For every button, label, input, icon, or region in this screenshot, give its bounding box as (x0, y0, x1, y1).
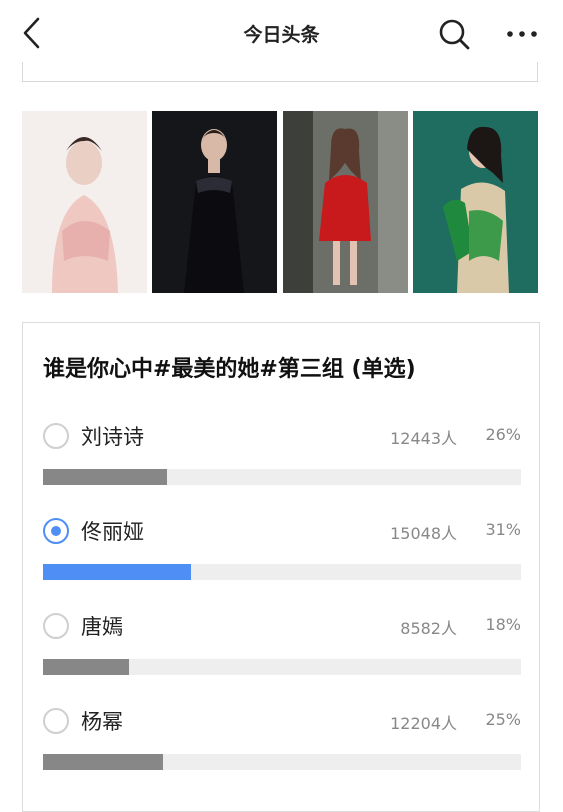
option-name: 佟丽娅 (81, 520, 144, 544)
progress-fill (43, 469, 168, 485)
search-button[interactable] (436, 16, 472, 52)
search-icon (439, 19, 470, 50)
poll-option-2[interactable]: 佟丽娅 15048人 31% (23, 518, 541, 608)
vote-percent: 25% (485, 710, 521, 729)
poll-card: 谁是你心中#最美的她#第三组 (单选) 刘诗诗 12443人 26% 佟丽娅 1… (22, 322, 540, 812)
poll-option-4[interactable]: 杨幂 12204人 25% (23, 708, 541, 798)
vote-percent: 18% (485, 615, 521, 634)
photo-2[interactable] (152, 111, 279, 293)
option-name: 杨幂 (81, 710, 123, 734)
photo-3[interactable] (282, 111, 410, 293)
more-horizontal-icon (507, 31, 537, 37)
option-name: 刘诗诗 (81, 425, 144, 449)
vote-count: 8582人 (400, 619, 457, 638)
radio-button-selected[interactable] (43, 518, 69, 544)
previous-card-edge (22, 62, 538, 82)
progress-track (43, 469, 521, 485)
option-name: 唐嫣 (81, 615, 123, 639)
radio-button[interactable] (43, 613, 69, 639)
progress-track (43, 754, 521, 770)
progress-fill (43, 754, 163, 770)
poll-option-1[interactable]: 刘诗诗 12443人 26% (23, 423, 541, 513)
radio-button[interactable] (43, 423, 69, 449)
more-button[interactable] (500, 16, 544, 52)
poll-option-3[interactable]: 唐嫣 8582人 18% (23, 613, 541, 703)
progress-track (43, 659, 521, 675)
page-title: 今日头条 (243, 24, 320, 46)
photo-strip (22, 111, 540, 293)
vote-percent: 26% (485, 425, 521, 444)
poll-title: 谁是你心中#最美的她#第三组 (单选) (43, 357, 416, 382)
progress-fill (43, 659, 130, 675)
vote-count: 12204人 (390, 714, 457, 733)
vote-count: 15048人 (390, 524, 457, 543)
photo-1[interactable] (22, 111, 149, 293)
progress-track (43, 564, 521, 580)
progress-fill (43, 564, 192, 580)
vote-percent: 31% (485, 520, 521, 539)
top-bar: 今日头条 (0, 0, 563, 68)
radio-button[interactable] (43, 708, 69, 734)
vote-count: 12443人 (390, 429, 457, 448)
photo-4[interactable] (412, 111, 540, 293)
